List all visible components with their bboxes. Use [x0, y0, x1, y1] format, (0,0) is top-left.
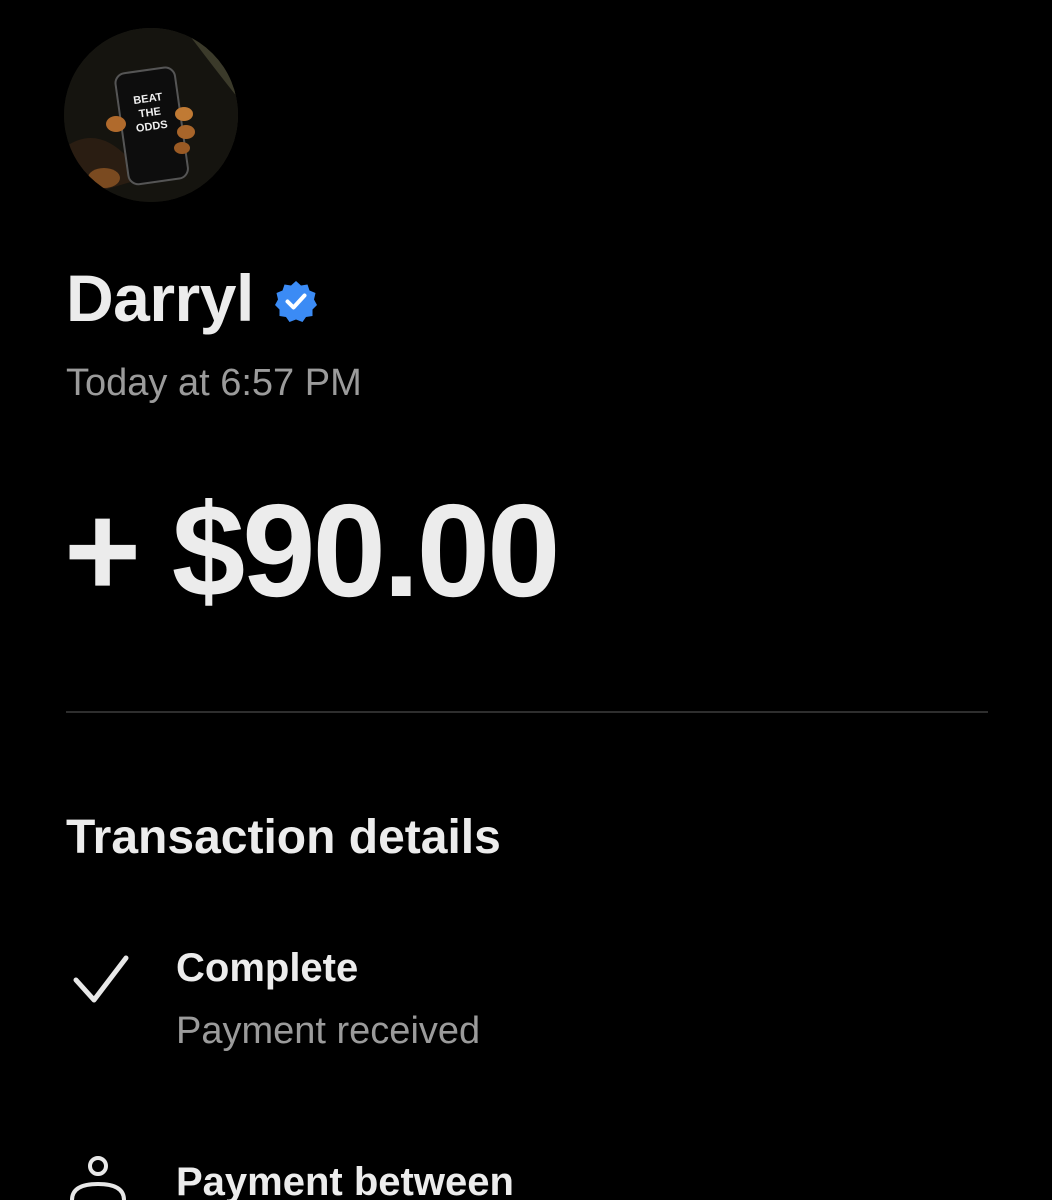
- divider: [66, 711, 988, 713]
- avatar-image: BEAT THE ODDS: [64, 28, 238, 202]
- verified-badge-icon: [274, 281, 317, 322]
- section-title: Transaction details: [66, 811, 501, 864]
- participants-title: Payment between: [176, 1160, 514, 1200]
- transaction-timestamp: Today at 6:57 PM: [66, 362, 362, 404]
- status-title: Complete: [176, 946, 359, 990]
- person-icon: [70, 1156, 126, 1200]
- name-row: Darryl: [66, 258, 318, 338]
- detail-participants[interactable]: Payment between: [66, 1156, 966, 1200]
- transaction-amount: + $90.00: [64, 477, 560, 624]
- avatar[interactable]: BEAT THE ODDS: [64, 28, 238, 202]
- detail-status: Complete Payment received: [66, 946, 966, 1076]
- transaction-screen: BEAT THE ODDS Darryl Today at 6:57 PM + …: [0, 0, 1052, 1200]
- checkmark-icon: [73, 955, 129, 1003]
- status-subtitle: Payment received: [176, 1010, 481, 1052]
- contact-name[interactable]: Darryl: [66, 260, 254, 336]
